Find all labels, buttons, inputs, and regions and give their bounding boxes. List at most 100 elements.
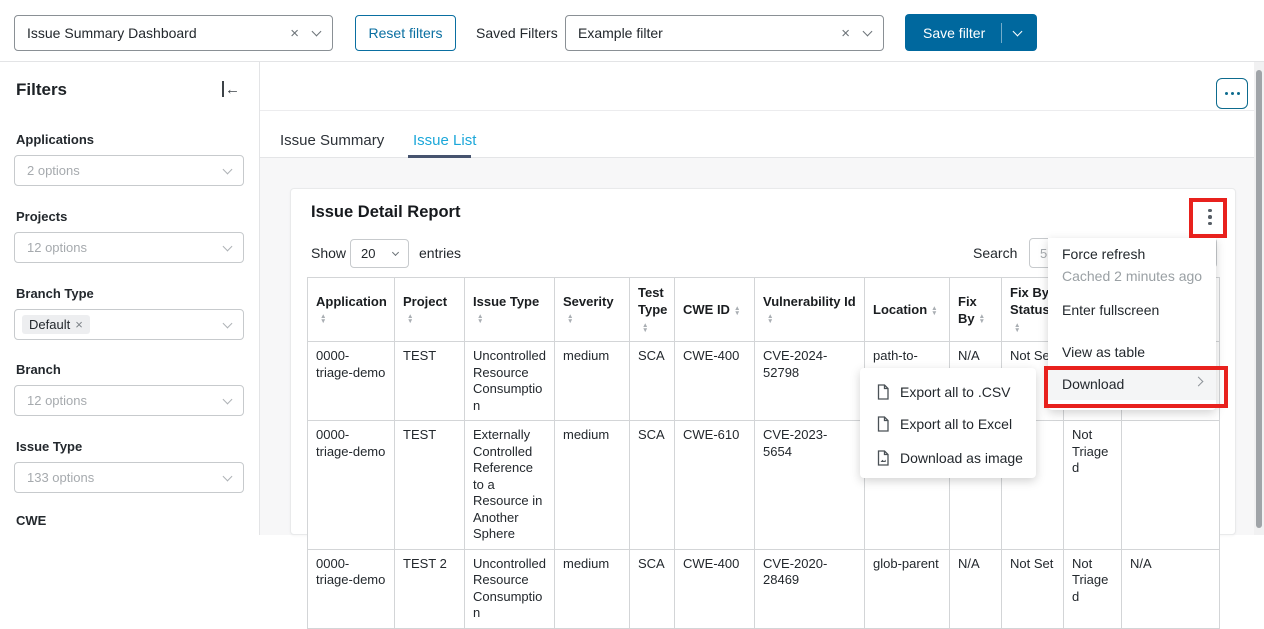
filter-label-applications: Applications <box>16 132 94 147</box>
col-header-application[interactable]: Application▲▼ <box>308 278 395 342</box>
cell: CWE-610 <box>675 421 755 550</box>
col-header-project[interactable]: Project▲▼ <box>395 278 465 342</box>
issue-type-select[interactable]: 133 options <box>14 462 244 493</box>
sidebar-title: Filters <box>16 80 67 100</box>
dashboard-select[interactable]: Issue Summary Dashboard × <box>14 15 333 51</box>
cell: SCA <box>630 342 675 421</box>
divider <box>260 110 1264 111</box>
cell: Externally Controlled Reference to a Res… <box>465 421 555 550</box>
sort-icon: ▲▼ <box>642 323 648 333</box>
menu-item-force-refresh[interactable]: Force refresh <box>1062 246 1145 262</box>
col-header-severity[interactable]: Severity▲▼ <box>555 278 630 342</box>
tab-issue-summary[interactable]: Issue Summary <box>280 132 384 149</box>
sort-icon: ▲▼ <box>734 306 740 316</box>
cell: TEST <box>395 421 465 550</box>
scrollbar-thumb[interactable] <box>1256 70 1262 528</box>
report-title: Issue Detail Report <box>311 203 460 222</box>
sort-icon: ▲▼ <box>320 314 326 324</box>
collapse-sidebar-button[interactable]: ← <box>222 81 240 97</box>
applications-select-value: 2 options <box>27 163 80 178</box>
cell: CWE-400 <box>675 342 755 421</box>
sort-icon: ▲▼ <box>567 314 573 324</box>
download-submenu: Export all to .CSV Export all to Excel D… <box>860 368 1036 478</box>
cell: medium <box>555 549 630 628</box>
filter-label-cwe: CWE <box>16 513 46 528</box>
chevron-down-icon[interactable] <box>223 471 233 481</box>
chevron-down-icon[interactable] <box>863 27 873 37</box>
chevron-down-icon[interactable] <box>223 394 233 404</box>
submenu-item-download-as-image[interactable]: Download as image <box>860 442 1036 473</box>
page-size-value: 20 <box>361 246 375 261</box>
branch-select-value: 12 options <box>27 393 87 408</box>
branch-type-select[interactable]: Default × <box>14 309 244 340</box>
entries-label: entries <box>419 245 461 261</box>
col-header-vulnerability-id[interactable]: Vulnerability Id▲▼ <box>755 278 865 342</box>
sort-icon: ▲▼ <box>477 314 483 324</box>
cell: CWE-400 <box>675 549 755 628</box>
col-header-fix-by[interactable]: Fix By▲▼ <box>950 278 1002 342</box>
main-header: Issue Summary Issue List <box>260 62 1264 158</box>
image-file-icon <box>876 450 890 466</box>
ellipsis-icon <box>1231 92 1234 95</box>
cell: CVE-2020-28469 <box>755 549 865 628</box>
sort-icon: ▲▼ <box>931 306 937 316</box>
reset-filters-label: Reset filters <box>369 25 443 41</box>
reset-filters-button[interactable]: Reset filters <box>355 15 456 51</box>
saved-filter-select[interactable]: Example filter × <box>565 15 884 51</box>
branch-select[interactable]: 12 options <box>14 385 244 416</box>
sort-icon: ▲▼ <box>407 314 413 324</box>
col-header-cwe-id[interactable]: CWE ID▲▼ <box>675 278 755 342</box>
cell: medium <box>555 421 630 550</box>
cell: CVE-2023-5654 <box>755 421 865 550</box>
clear-icon[interactable]: × <box>841 25 850 42</box>
show-label: Show <box>311 245 346 261</box>
submenu-label: Export all to Excel <box>900 416 1012 432</box>
chevron-down-icon[interactable] <box>1013 26 1023 36</box>
cell: SCA <box>630 421 675 550</box>
dashboard-options-button[interactable] <box>1216 78 1248 109</box>
projects-select-value: 12 options <box>27 240 87 255</box>
projects-select[interactable]: 12 options <box>14 232 244 263</box>
filter-label-branch-type: Branch Type <box>16 286 94 301</box>
cell: medium <box>555 342 630 421</box>
sort-icon: ▲▼ <box>979 314 985 324</box>
cell: N/A <box>950 549 1002 628</box>
filter-label-branch: Branch <box>16 362 61 377</box>
menu-item-view-as-table[interactable]: View as table <box>1062 344 1145 360</box>
kebab-icon <box>1208 222 1212 226</box>
submenu-item-export-csv[interactable]: Export all to .CSV <box>860 376 1036 407</box>
submenu-item-export-excel[interactable]: Export all to Excel <box>860 408 1036 439</box>
cell: Uncontrolled Resource Consumption <box>465 342 555 421</box>
submenu-label: Download as image <box>900 450 1023 466</box>
sort-icon: ▲▼ <box>767 314 773 324</box>
cell: TEST <box>395 342 465 421</box>
ellipsis-icon <box>1225 92 1228 95</box>
col-header-location[interactable]: Location▲▼ <box>865 278 950 342</box>
cell: TEST 2 <box>395 549 465 628</box>
applications-select[interactable]: 2 options <box>14 155 244 186</box>
col-header-test-type[interactable]: Test Type▲▼ <box>630 278 675 342</box>
cell: Not Triaged <box>1064 549 1122 628</box>
menu-item-enter-fullscreen[interactable]: Enter fullscreen <box>1062 302 1159 318</box>
table-row: 0000-triage-demo TEST Externally Control… <box>308 421 1220 550</box>
report-menu-kebab-button[interactable] <box>1199 203 1221 231</box>
button-divider <box>1001 23 1002 43</box>
remove-tag-icon[interactable]: × <box>75 317 83 332</box>
chevron-down-icon[interactable] <box>223 318 233 328</box>
cell: 0000-triage-demo <box>308 342 395 421</box>
kebab-icon <box>1208 209 1212 213</box>
chevron-down-icon[interactable] <box>223 241 233 251</box>
menu-item-download[interactable]: Download <box>1048 370 1216 400</box>
tab-issue-list[interactable]: Issue List <box>413 132 476 149</box>
cell: Not Triaged <box>1064 421 1122 550</box>
cell <box>1122 421 1220 550</box>
ellipsis-icon <box>1237 92 1240 95</box>
chevron-down-icon[interactable] <box>223 164 233 174</box>
menu-cached-status: Cached 2 minutes ago <box>1062 268 1202 284</box>
filter-label-projects: Projects <box>16 209 67 224</box>
clear-icon[interactable]: × <box>290 25 299 42</box>
chevron-down-icon[interactable] <box>312 27 322 37</box>
col-header-issue-type[interactable]: Issue Type▲▼ <box>465 278 555 342</box>
page-size-select[interactable]: 20 <box>350 239 409 268</box>
save-filter-button[interactable]: Save filter <box>905 14 1037 51</box>
